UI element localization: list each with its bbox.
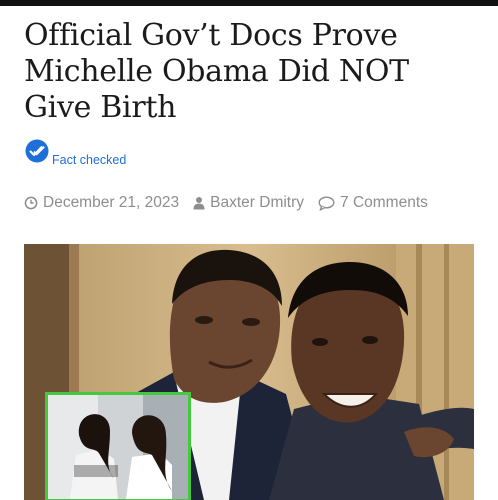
speech-bubble-icon xyxy=(318,195,335,211)
article-meta: December 21, 2023 Baxter Dmitry 7 Commen… xyxy=(24,193,442,213)
check-badge-icon xyxy=(25,139,49,163)
inset-photo xyxy=(45,392,191,500)
fact-checked-label[interactable]: Fact checked xyxy=(52,153,126,167)
featured-image xyxy=(24,244,474,500)
publish-date: December 21, 2023 xyxy=(24,194,179,212)
inset-image xyxy=(48,395,188,499)
author-name[interactable]: Baxter Dmitry xyxy=(210,194,304,212)
comments-link[interactable]: 7 Comments xyxy=(318,194,428,212)
user-icon xyxy=(193,197,205,210)
article-title: Official Gov’t Docs Prove Michelle Obama… xyxy=(24,18,409,125)
author[interactable]: Baxter Dmitry xyxy=(193,194,304,212)
comments-count[interactable]: 7 Comments xyxy=(340,194,428,212)
clock-icon xyxy=(24,196,38,210)
top-bar xyxy=(0,0,498,6)
date-text: December 21, 2023 xyxy=(43,194,180,211)
